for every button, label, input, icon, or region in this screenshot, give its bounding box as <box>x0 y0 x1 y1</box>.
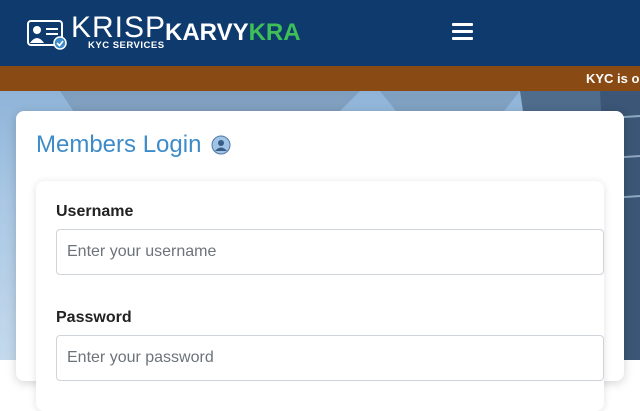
kyc-id-card-icon <box>27 19 67 50</box>
username-label: Username <box>56 203 134 220</box>
logo-subtitle: KYC SERVICES <box>88 40 165 51</box>
members-login-card: Members Login Username Password <box>16 111 624 411</box>
username-input[interactable] <box>56 229 604 275</box>
brand-name-part2: KRA <box>248 19 301 46</box>
password-label: Password <box>56 309 132 326</box>
site-brand[interactable]: KARVYKRA <box>165 19 301 47</box>
brand-name-part1: KARVY <box>165 19 249 46</box>
user-avatar-icon <box>211 135 231 155</box>
hamburger-menu-icon[interactable] <box>450 20 476 44</box>
password-input[interactable] <box>56 335 604 381</box>
announcement-ticker: KYC is o <box>0 66 640 91</box>
top-header: KRISP KYC SERVICES KARVYKRA <box>0 0 640 66</box>
login-form-panel: Username Password <box>36 181 604 411</box>
logo-wordmark: KRISP <box>71 11 167 44</box>
login-title: Members Login <box>36 131 202 158</box>
ticker-text: KYC is o <box>586 71 640 86</box>
